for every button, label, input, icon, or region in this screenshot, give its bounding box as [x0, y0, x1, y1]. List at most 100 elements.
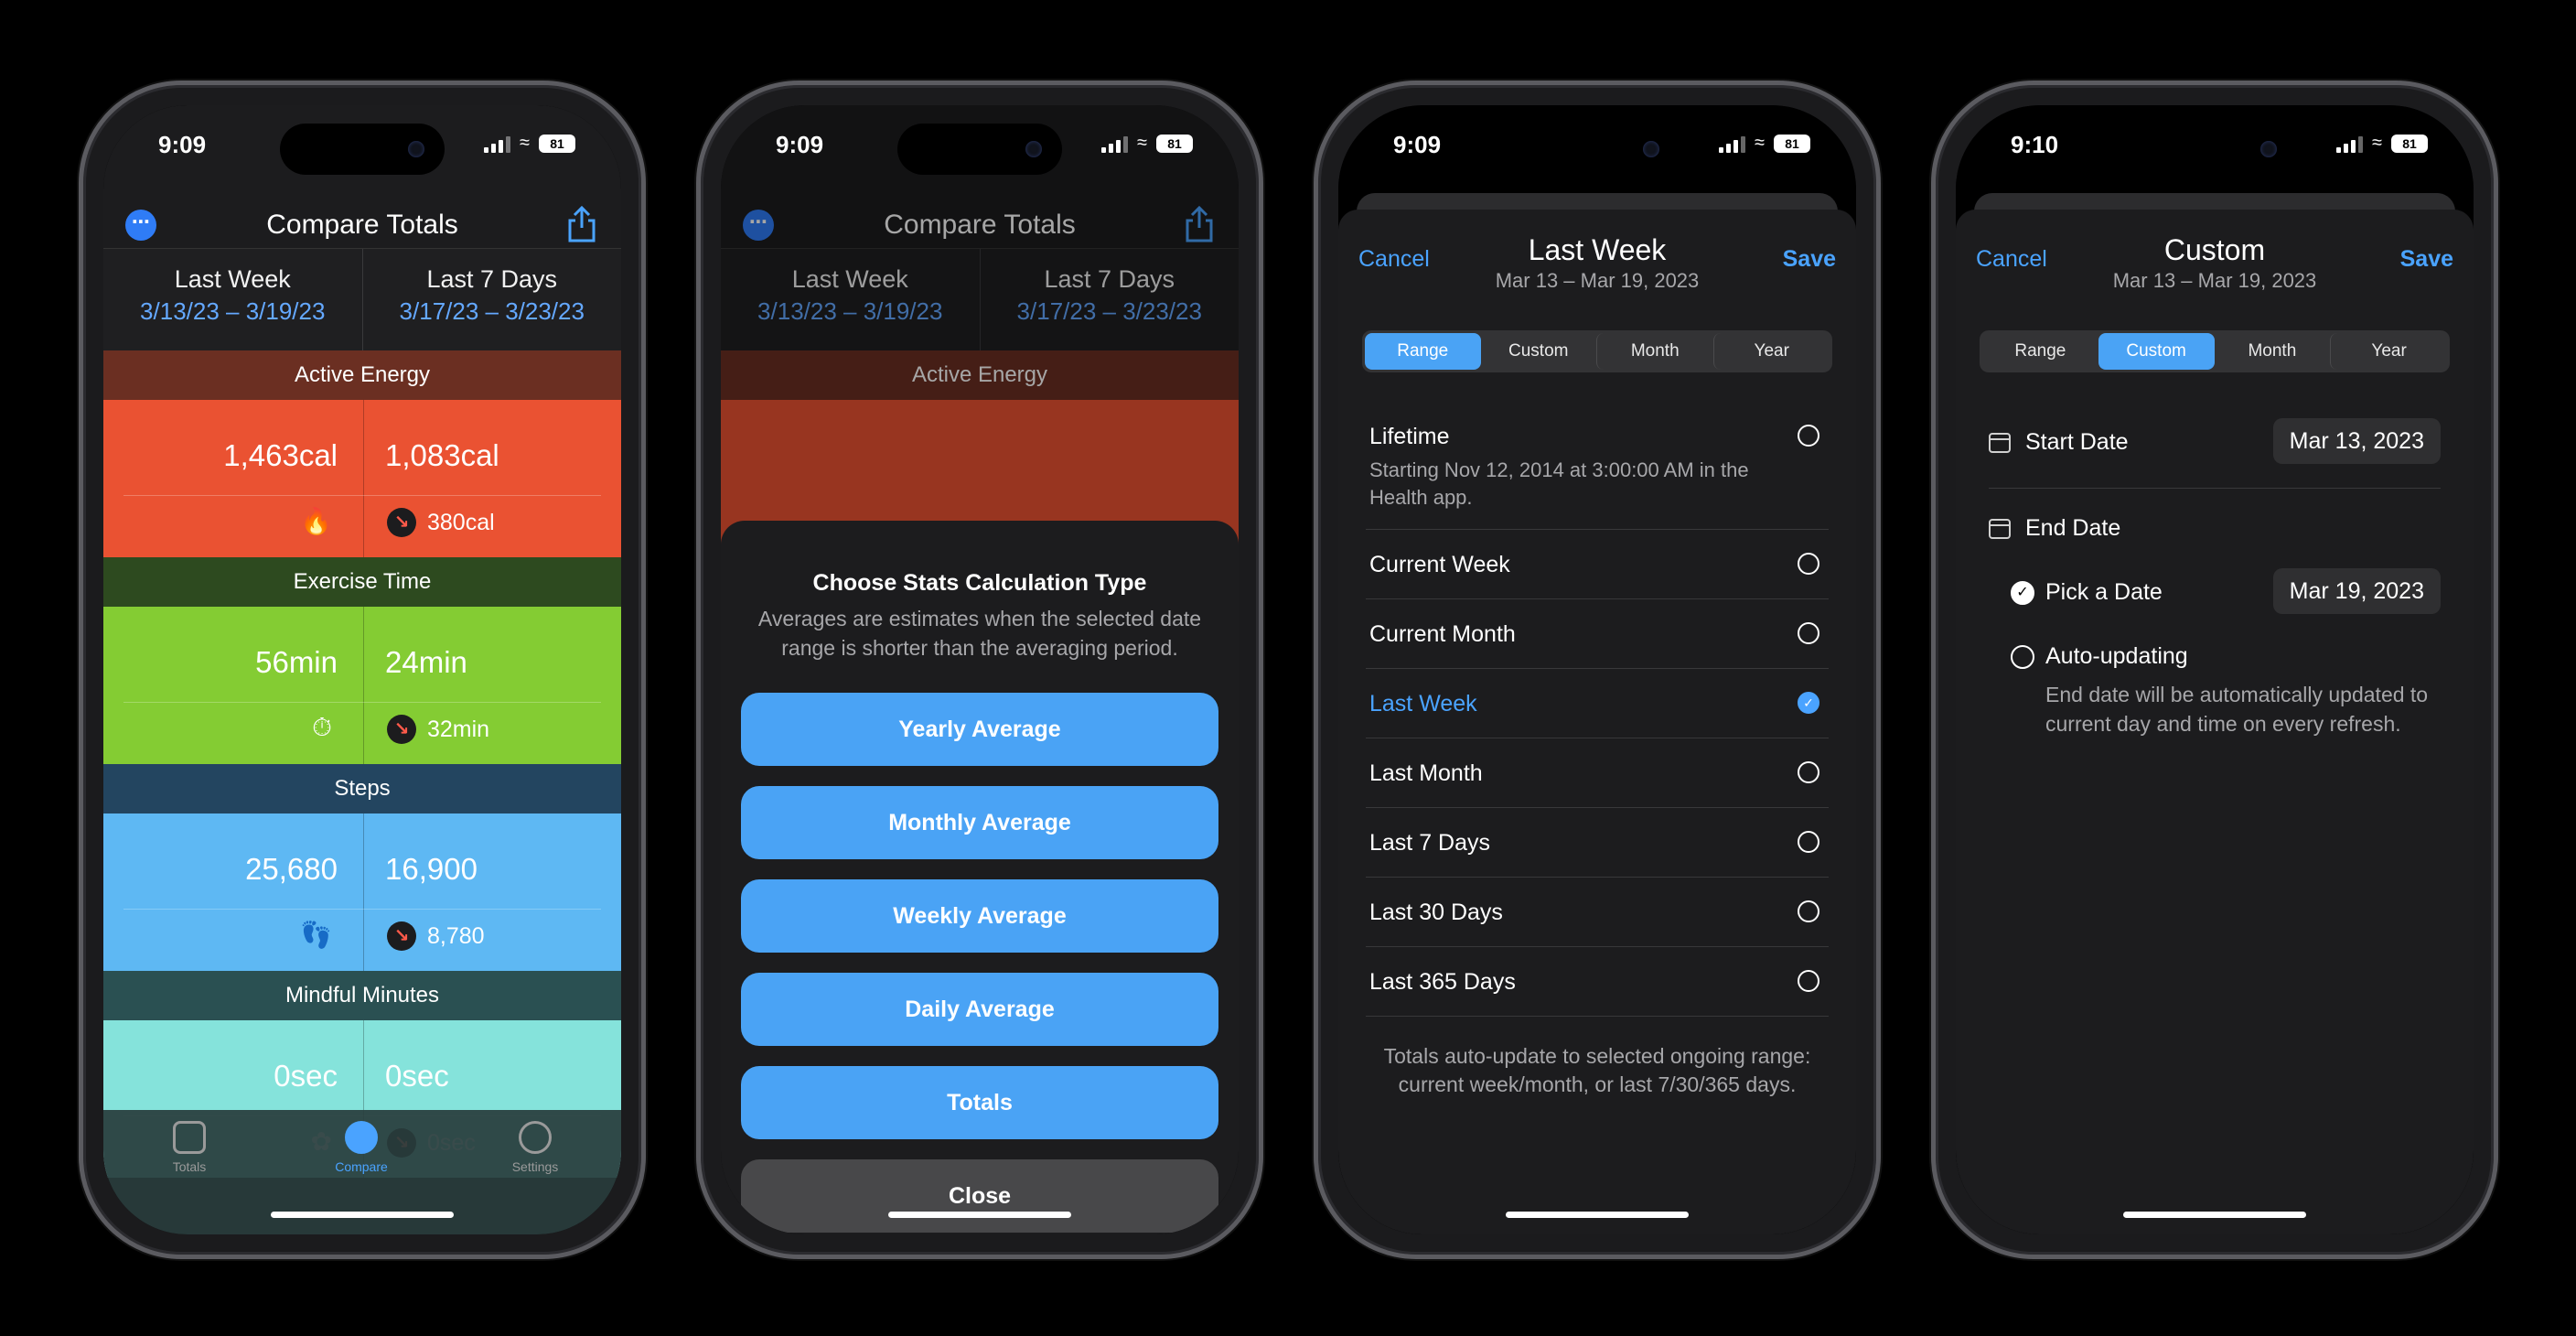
start-date-label: Start Date: [2025, 429, 2129, 455]
metric-header-active-energy: Active Energy: [103, 350, 621, 400]
segment-range[interactable]: Range: [1365, 333, 1481, 370]
metric-diff: 380cal: [427, 509, 495, 535]
option-last-7-days[interactable]: Last 7 Days: [1366, 808, 1829, 878]
tab-settings[interactable]: Settings: [480, 1121, 590, 1174]
screen-compare: 9:09 ≈ 81 ⋯ Compare Totals Last Week 3/1…: [103, 105, 621, 1234]
cancel-button[interactable]: Cancel: [1976, 246, 2047, 273]
status-time: 9:09: [1393, 131, 1442, 158]
start-date-picker[interactable]: Mar 13, 2023: [2272, 418, 2441, 464]
monthly-average-button[interactable]: Monthly Average: [741, 786, 1218, 859]
right-range-column[interactable]: Last 7 Days 3/17/23 – 3/23/23: [361, 249, 622, 350]
gear-icon: [519, 1121, 552, 1154]
metric-header-exercise-time: Exercise Time: [103, 557, 621, 607]
screen-custom-modal: 9:10 ≈ 81 Cancel Custom Mar 13 – Mar 19,…: [1956, 105, 2474, 1234]
radio-icon: [1798, 900, 1819, 922]
page-title: Compare Totals: [266, 210, 458, 240]
stats-type-sheet: Choose Stats Calculation Type Averages a…: [721, 521, 1239, 1234]
end-date-label: End Date: [2025, 515, 2121, 541]
home-indicator: [1506, 1212, 1689, 1218]
segment-month[interactable]: Month: [2215, 333, 2331, 370]
wifi-icon: ≈: [1755, 133, 1765, 153]
right-range-dates: 3/17/23 – 3/23/23: [399, 297, 585, 325]
metric-right-value: 24min: [385, 645, 467, 679]
tab-totals[interactable]: Totals: [134, 1121, 244, 1174]
left-range-dates: 3/13/23 – 3/19/23: [140, 297, 326, 325]
dynamic-island: [2132, 124, 2297, 175]
metric-left-value: 1,463cal: [223, 438, 338, 472]
dynamic-island: [280, 124, 445, 175]
battery-icon: 81: [1156, 134, 1193, 153]
metric-right-value: 0sec: [385, 1059, 449, 1093]
cellular-icon: [484, 135, 511, 153]
option-lifetime[interactable]: Lifetime Starting Nov 12, 2014 at 3:00:0…: [1366, 402, 1829, 530]
wifi-icon: ≈: [520, 133, 530, 153]
radio-icon: [1798, 425, 1819, 447]
radio-icon: [1798, 970, 1819, 992]
segment-year[interactable]: Year: [2330, 333, 2447, 370]
option-last-month[interactable]: Last Month: [1366, 738, 1829, 808]
option-label: Lifetime: [1369, 424, 1450, 449]
left-range-column[interactable]: Last Week 3/13/23 – 3/19/23: [103, 249, 362, 350]
metric-card-exercise-time[interactable]: 56min 24min ⏱ ↘ 32min: [103, 607, 621, 764]
metric-header-mindful-minutes: Mindful Minutes: [103, 971, 621, 1020]
battery-icon: 81: [2391, 134, 2428, 153]
pick-date-label: Pick a Date: [2045, 579, 2163, 605]
cellular-icon: [1101, 135, 1129, 153]
screen-range-modal: 9:09 ≈ 81 Cancel Last Week Mar 13 – Mar …: [1338, 105, 1856, 1234]
radio-icon: [1798, 831, 1819, 853]
weekly-average-button[interactable]: Weekly Average: [741, 879, 1218, 953]
tab-compare[interactable]: Compare: [306, 1121, 416, 1174]
radio-icon: [1798, 622, 1819, 644]
daily-average-button[interactable]: Daily Average: [741, 973, 1218, 1046]
metric-right-value: 1,083cal: [385, 438, 499, 472]
sheet-title: Choose Stats Calculation Type: [812, 570, 1147, 596]
range-type-segmented-control: Range Custom Month Year: [1362, 330, 1832, 372]
calendar-icon: [1989, 433, 2011, 453]
timer-icon: ⏱: [312, 713, 332, 741]
modal-header: Cancel Custom Mar 13 – Mar 19, 2023 Save: [1956, 228, 2474, 301]
segment-range[interactable]: Range: [1982, 333, 2098, 370]
option-current-month[interactable]: Current Month: [1366, 599, 1829, 669]
segment-year[interactable]: Year: [1712, 333, 1830, 370]
segment-custom[interactable]: Custom: [2098, 333, 2215, 370]
radio-icon: [1798, 761, 1819, 783]
battery-icon: 81: [1774, 134, 1810, 153]
footprints-icon: 👣: [300, 921, 332, 949]
checkmark-icon: ✓: [1798, 692, 1819, 714]
range-footer-note: Totals auto-update to selected ongoing r…: [1383, 1044, 1811, 1096]
left-range-label: Last Week: [174, 265, 291, 293]
compare-header: Last Week 3/13/23 – 3/19/23 Last 7 Days …: [103, 248, 621, 350]
option-current-week[interactable]: Current Week: [1366, 530, 1829, 599]
status-time: 9:09: [776, 131, 824, 158]
metric-card-active-energy[interactable]: 1,463cal 1,083cal 🔥 ↘ 380cal: [103, 400, 621, 557]
custom-modal: Cancel Custom Mar 13 – Mar 19, 2023 Save…: [1956, 210, 2474, 1234]
home-indicator: [888, 1212, 1071, 1218]
cellular-icon: [1719, 135, 1746, 153]
decrease-arrow-icon: ↘: [387, 715, 416, 744]
segment-month[interactable]: Month: [1596, 333, 1713, 370]
totals-button[interactable]: Totals: [741, 1066, 1218, 1139]
save-button[interactable]: Save: [2400, 246, 2453, 273]
metric-card-steps[interactable]: 25,680 16,900 👣 ↘ 8,780: [103, 813, 621, 971]
cancel-button[interactable]: Cancel: [1358, 246, 1430, 273]
yearly-average-button[interactable]: Yearly Average: [741, 693, 1218, 766]
phone-stats-sheet: 9:09 ≈ 81 ⋯ Compare Totals Last Week 3/1…: [696, 81, 1263, 1259]
metric-right-value: 16,900: [385, 852, 478, 886]
phone-compare: 9:09 ≈ 81 ⋯ Compare Totals Last Week 3/1…: [79, 81, 646, 1259]
checkmark-icon: ✓: [2011, 581, 2034, 605]
auto-updating-label: Auto-updating: [2045, 643, 2188, 669]
option-last-30-days[interactable]: Last 30 Days: [1366, 878, 1829, 947]
share-icon[interactable]: [566, 206, 597, 242]
cellular-icon: [2336, 135, 2364, 153]
metric-diff: 8,780: [427, 922, 485, 949]
end-date-picker[interactable]: Mar 19, 2023: [2272, 568, 2441, 614]
decrease-arrow-icon: ↘: [387, 508, 416, 537]
close-button[interactable]: Close: [741, 1159, 1218, 1233]
radio-icon: [2011, 645, 2034, 669]
phone-custom-modal: 9:10 ≈ 81 Cancel Custom Mar 13 – Mar 19,…: [1931, 81, 2498, 1259]
save-button[interactable]: Save: [1783, 246, 1836, 273]
screen-stats-sheet: 9:09 ≈ 81 ⋯ Compare Totals Last Week 3/1…: [721, 105, 1239, 1234]
option-last-365-days[interactable]: Last 365 Days: [1366, 947, 1829, 1017]
segment-custom[interactable]: Custom: [1481, 333, 1597, 370]
option-last-week[interactable]: Last Week ✓: [1366, 669, 1829, 738]
